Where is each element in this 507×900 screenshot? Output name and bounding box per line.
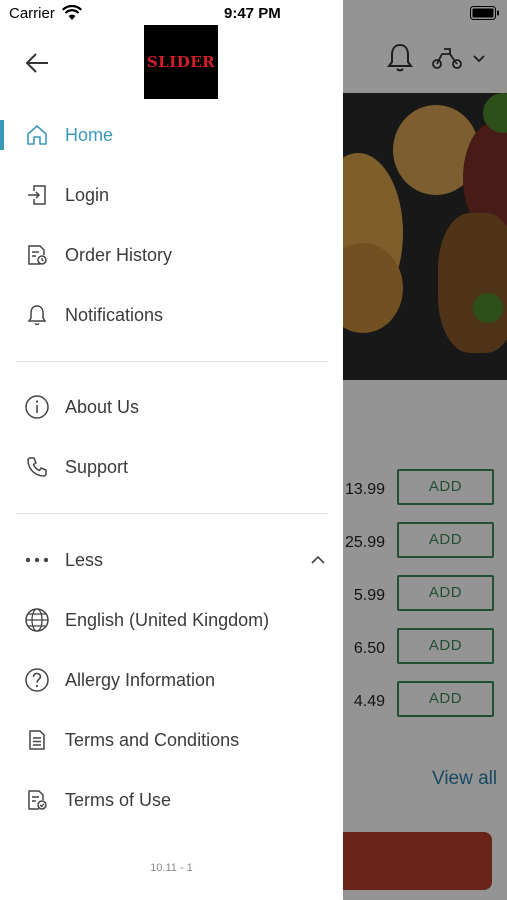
restaurant-logo: SLIDER <box>144 25 218 99</box>
menu-label: Terms of Use <box>65 789 172 810</box>
back-arrow-icon[interactable] <box>24 49 52 77</box>
menu-label: Terms and Conditions <box>65 729 240 750</box>
order-history-icon <box>24 242 50 268</box>
menu-item-home[interactable]: Home <box>0 110 343 160</box>
status-bar: Carrier 9:47 PM <box>0 0 507 28</box>
menu-item-support[interactable]: Support <box>0 442 343 492</box>
menu-label: Notifications <box>65 304 164 325</box>
chevron-up-icon <box>311 555 325 564</box>
login-icon <box>24 182 50 208</box>
menu-item-terms-and-conditions[interactable]: Terms and Conditions <box>0 715 343 765</box>
document-icon <box>24 727 50 753</box>
clock: 9:47 PM <box>224 5 281 22</box>
menu-item-allergy-information[interactable]: Allergy Information <box>0 655 343 705</box>
carrier-label: Carrier <box>9 5 55 22</box>
menu-item-login[interactable]: Login <box>0 170 343 220</box>
app-version: 10.11 - 1 <box>150 862 193 874</box>
more-dots-icon <box>24 547 50 573</box>
menu-item-about-us[interactable]: About Us <box>0 382 343 432</box>
navigation-drawer: SLIDER Home Login Order History Notifica… <box>0 0 343 900</box>
menu-label: English (United Kingdom) <box>65 609 270 630</box>
menu-label: Less <box>65 549 104 570</box>
info-icon <box>24 394 50 420</box>
wifi-icon <box>62 5 82 20</box>
question-icon <box>24 667 50 693</box>
menu-label: Support <box>65 456 129 477</box>
menu-item-order-history[interactable]: Order History <box>0 230 343 280</box>
menu-label: Order History <box>65 244 173 265</box>
phone-icon <box>24 454 50 480</box>
menu-label: Login <box>65 184 110 205</box>
divider <box>16 513 328 514</box>
menu-item-terms-of-use[interactable]: Terms of Use <box>0 775 343 825</box>
logo-text: SLIDER <box>146 53 216 71</box>
divider <box>16 361 328 362</box>
document-check-icon <box>24 787 50 813</box>
menu-item-notifications[interactable]: Notifications <box>0 290 343 340</box>
menu-label: Allergy Information <box>65 669 216 690</box>
home-icon <box>24 122 50 148</box>
menu-label: About Us <box>65 396 140 417</box>
menu-label: Home <box>65 124 114 145</box>
menu-item-less-toggle[interactable]: Less <box>0 535 343 585</box>
globe-icon <box>24 607 50 633</box>
battery-icon <box>470 6 499 20</box>
bell-icon <box>24 302 50 328</box>
menu-item-language[interactable]: English (United Kingdom) <box>0 595 343 645</box>
